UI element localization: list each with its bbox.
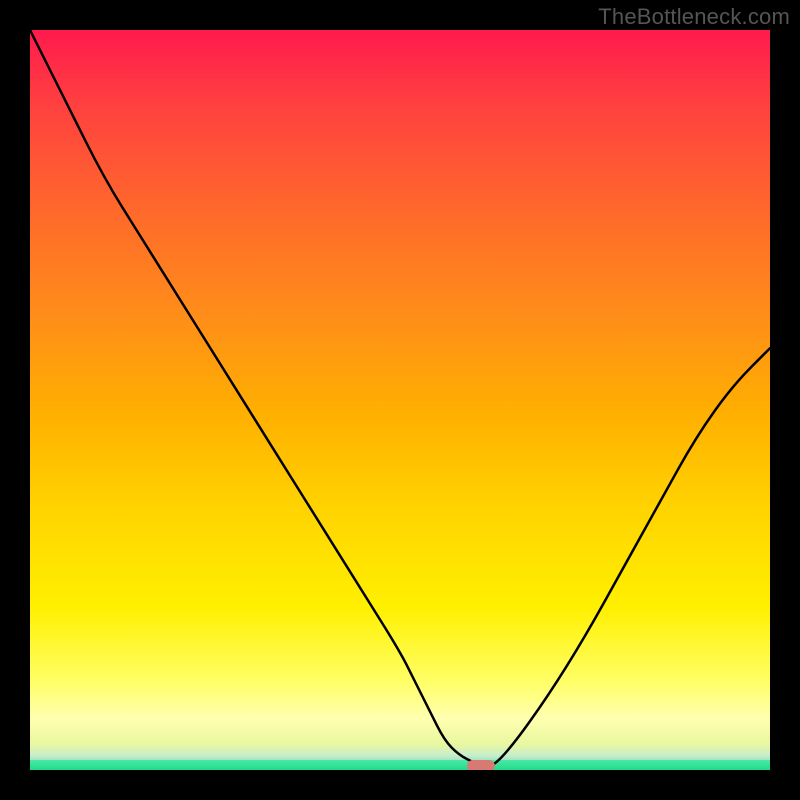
bottleneck-curve [30, 30, 770, 770]
plot-area [30, 30, 770, 770]
watermark-text: TheBottleneck.com [598, 4, 790, 30]
optimal-marker [467, 760, 495, 770]
bottleneck-curve-path [30, 30, 770, 767]
chart-frame: TheBottleneck.com [0, 0, 800, 800]
